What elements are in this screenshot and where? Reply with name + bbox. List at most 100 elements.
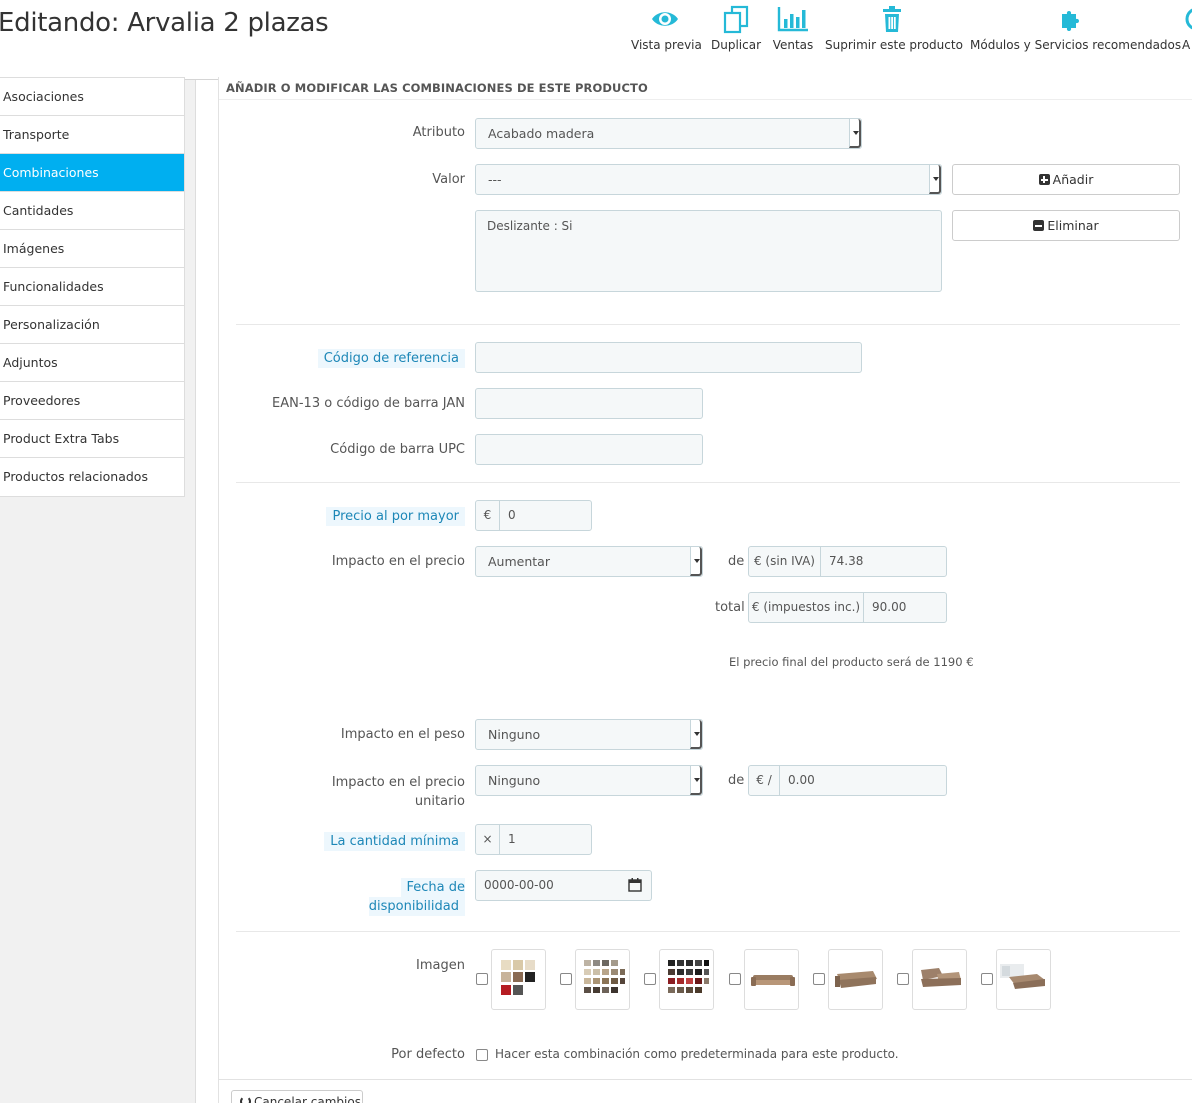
calendar-button[interactable] xyxy=(620,870,652,901)
image-thumbnail-swatches-dark[interactable] xyxy=(659,949,714,1010)
min-quantity-input[interactable]: 1 xyxy=(499,824,592,855)
cancel-changes-label: Cancelar cambios xyxy=(254,1095,361,1103)
image-thumbnail-sofa-front[interactable] xyxy=(744,949,799,1010)
bar-chart-icon xyxy=(777,7,808,32)
selected-combinations-list[interactable]: Deslizante : Si xyxy=(475,210,942,292)
preview-button[interactable]: Vista previa xyxy=(631,4,702,60)
min-quantity-label-text: La cantidad mínima xyxy=(324,832,465,851)
sidebar-item-productos-relacionados[interactable]: Productos relacionados xyxy=(0,458,184,496)
tax-incl-addon: € (impuestos inc.) xyxy=(748,592,864,623)
plus-square-icon xyxy=(1038,174,1050,185)
sidebar-item-combinaciones[interactable]: Combinaciones xyxy=(0,154,184,192)
chevron-down-icon xyxy=(690,720,702,749)
sidebar-item-funcionalidades[interactable]: Funcionalidades xyxy=(0,268,184,306)
recommended-modules-label: Módulos y Servicios recomendados xyxy=(970,38,1182,52)
image-checkbox[interactable] xyxy=(897,973,909,985)
chevron-down-icon xyxy=(929,165,941,194)
wholesale-price-input[interactable]: 0 xyxy=(499,500,592,531)
section-divider xyxy=(236,482,1180,483)
image-checkbox[interactable] xyxy=(560,973,572,985)
image-checkbox[interactable] xyxy=(813,973,825,985)
wholesale-price-label-text: Precio al por mayor xyxy=(326,507,465,526)
tax-incl-price-input[interactable]: 90.00 xyxy=(863,592,947,623)
add-attribute-button[interactable]: Añadir xyxy=(952,164,1180,195)
image-checkbox[interactable] xyxy=(644,973,656,985)
weight-impact-label: Impacto en el peso xyxy=(340,727,465,742)
help-label: A xyxy=(1182,38,1191,52)
reference-label-text: Código de referencia xyxy=(317,349,465,368)
unit-price-impact-select[interactable]: Ninguno xyxy=(475,765,703,796)
sidebar-item-product-extra-tabs[interactable]: Product Extra Tabs xyxy=(0,420,184,458)
image-checkbox[interactable] xyxy=(476,973,488,985)
image-thumbnail-swatches-light[interactable] xyxy=(491,949,546,1010)
unit-price-de-text: de xyxy=(728,773,745,788)
duplicate-button[interactable]: Duplicar xyxy=(710,4,762,60)
availability-date-label-text: Fecha de disponibilidad xyxy=(368,878,465,916)
currency-addon: € xyxy=(475,500,500,531)
image-thumbnail-sofa-angle[interactable] xyxy=(828,949,883,1010)
sales-button[interactable]: Ventas xyxy=(772,4,814,60)
cancel-changes-button[interactable]: Cancelar cambios xyxy=(231,1090,363,1103)
swatch-image xyxy=(584,960,625,993)
help-button[interactable]: A xyxy=(1182,4,1192,60)
price-impact-select[interactable]: Aumentar xyxy=(475,546,703,577)
sofa-image xyxy=(751,975,795,986)
section-divider xyxy=(236,931,1180,932)
duplicate-icon xyxy=(723,5,749,34)
valor-label: Valor xyxy=(432,172,465,187)
delete-attribute-button[interactable]: Eliminar xyxy=(952,210,1180,241)
sidebar-item-transporte[interactable]: Transporte xyxy=(0,116,184,154)
sidebar-item-adjuntos[interactable]: Adjuntos xyxy=(0,344,184,382)
panel-heading-divider xyxy=(219,99,1192,100)
add-button-label: Añadir xyxy=(1052,172,1094,187)
multiply-addon: × xyxy=(475,824,500,855)
page-header: Editando: Arvalia 2 plazas Vista previa … xyxy=(0,0,1192,80)
image-thumbnail-sofa-reclined[interactable] xyxy=(912,949,967,1010)
undo-icon xyxy=(240,1096,251,1103)
final-price-note: El precio final del producto será de 119… xyxy=(729,655,974,669)
default-combination-checkbox[interactable] xyxy=(476,1049,488,1061)
wholesale-price-label: Precio al por mayor xyxy=(215,507,465,526)
weight-impact-select-value: Ninguno xyxy=(488,727,541,742)
tax-excl-addon: € (sin IVA) xyxy=(748,546,821,577)
panel-heading: Añadir o modificar las combinaciones de … xyxy=(226,81,648,95)
weight-impact-select[interactable]: Ninguno xyxy=(475,719,703,750)
swatch-image xyxy=(668,960,709,993)
attribute-select[interactable]: Acabado madera xyxy=(475,118,862,149)
image-thumbnail-sofa-room[interactable] xyxy=(996,949,1051,1010)
chevron-down-icon xyxy=(690,766,702,795)
reference-label: Código de referencia xyxy=(215,349,465,368)
upc-input[interactable] xyxy=(475,434,703,465)
sidebar-item-imagenes[interactable]: Imágenes xyxy=(0,230,184,268)
sidebar-item-proveedores[interactable]: Proveedores xyxy=(0,382,184,420)
sofa-image xyxy=(1000,964,1045,989)
price-impact-label: Impacto en el precio xyxy=(331,554,465,569)
unit-price-addon: € / xyxy=(748,765,780,796)
sidebar-item-asociaciones[interactable]: Asociaciones xyxy=(0,78,184,116)
delete-product-button[interactable]: Suprimir este producto xyxy=(825,4,963,60)
sidebar-item-cantidades[interactable]: Cantidades xyxy=(0,192,184,230)
swatch-image xyxy=(501,960,535,995)
tax-excl-price-input[interactable]: 74.38 xyxy=(820,546,947,577)
ean-input[interactable] xyxy=(475,388,703,419)
combination-item[interactable]: Deslizante : Si xyxy=(487,219,573,233)
unit-price-input[interactable]: 0.00 xyxy=(779,765,947,796)
panel-footer-divider xyxy=(218,1079,1192,1080)
recommended-modules-button[interactable]: Módulos y Servicios recomendados xyxy=(970,4,1182,60)
availability-date-input[interactable]: 0000-00-00 xyxy=(475,870,621,901)
image-thumbnail-swatches-fabric[interactable] xyxy=(575,949,630,1010)
sidebar-item-personalizacion[interactable]: Personalización xyxy=(0,306,184,344)
image-checkbox[interactable] xyxy=(729,973,741,985)
ean-label: EAN-13 o código de barra JAN xyxy=(272,396,465,411)
sofa-image xyxy=(921,968,961,987)
minus-square-icon xyxy=(1033,220,1045,231)
total-text: total xyxy=(715,600,745,615)
valor-select[interactable]: --- xyxy=(475,164,942,195)
reference-input[interactable] xyxy=(475,342,862,373)
trash-icon xyxy=(883,6,901,32)
puzzle-icon xyxy=(1061,11,1079,31)
unit-price-impact-label: Impacto en el precio unitario xyxy=(331,775,465,809)
min-quantity-label: La cantidad mínima xyxy=(215,832,465,851)
eye-icon xyxy=(652,12,678,26)
image-checkbox[interactable] xyxy=(981,973,993,985)
